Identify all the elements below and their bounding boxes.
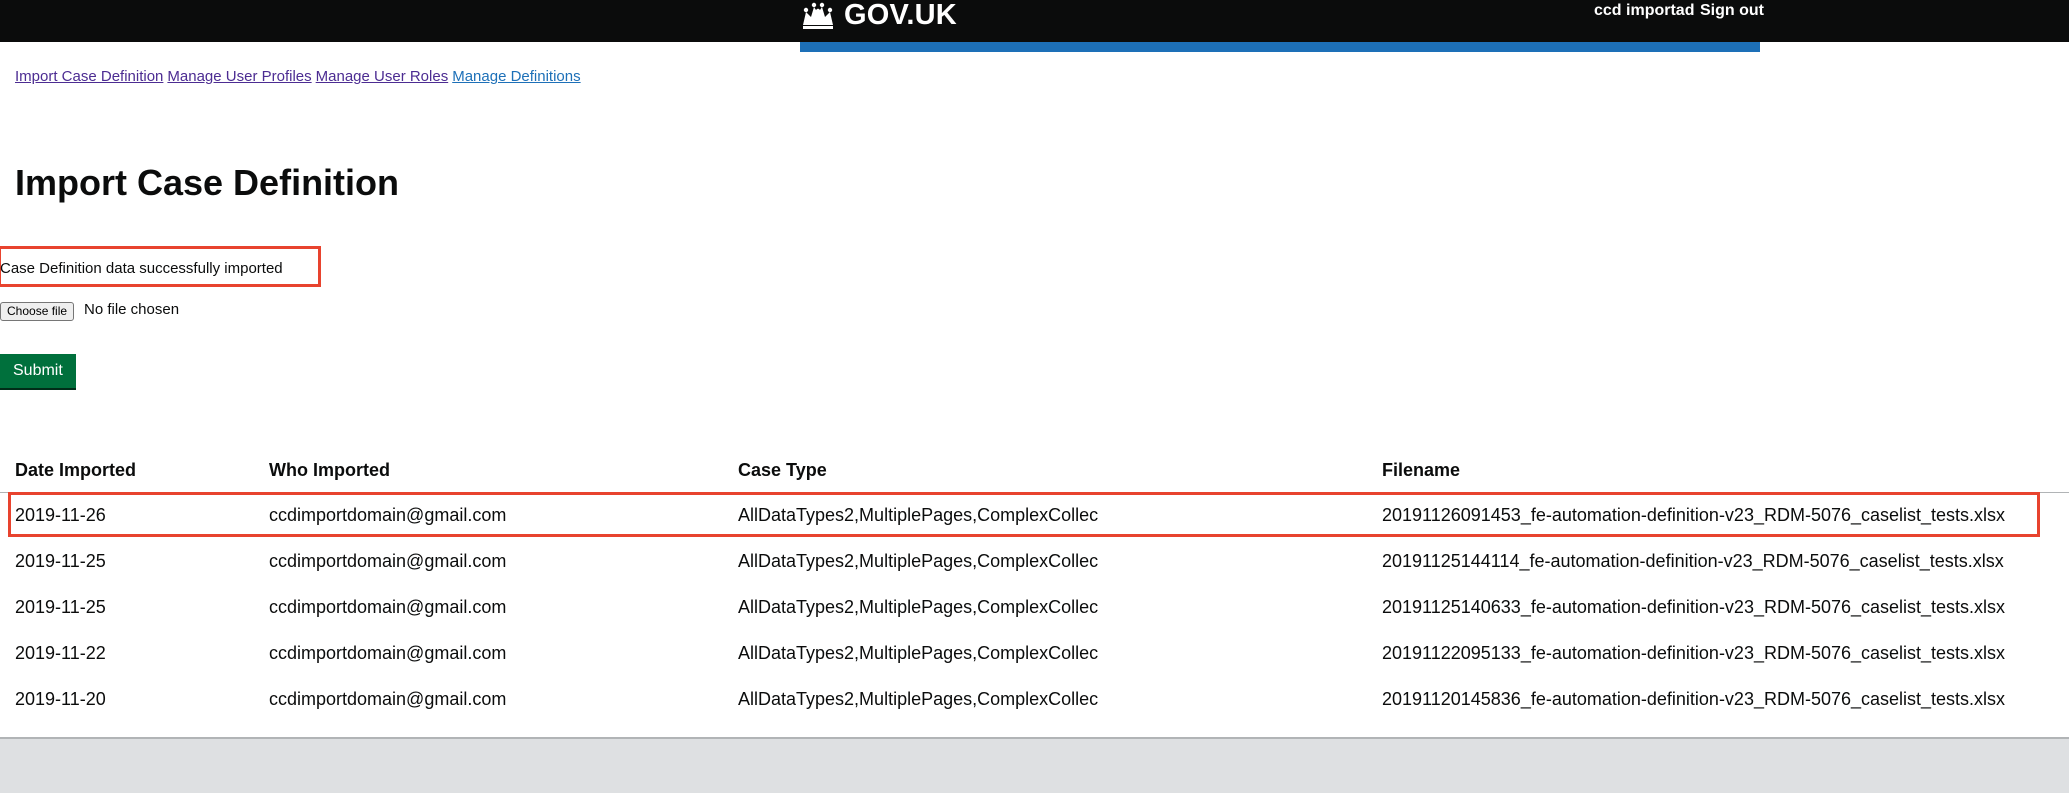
nav-import-case-definition[interactable]: Import Case Definition (15, 68, 163, 85)
footer (0, 739, 2069, 793)
cell-date: 2019-11-22 (15, 643, 106, 663)
brand-text: GOV.UK (844, 0, 957, 31)
cell-filename: 20191122095133_fe-automation-definition-… (1382, 643, 2006, 663)
success-message: Case Definition data successfully import… (0, 260, 283, 277)
header-bar: GOV.UK ccd importad Sign out (0, 0, 2069, 42)
sign-out-link[interactable]: Sign out (1700, 2, 1764, 20)
nav-manage-definitions[interactable]: Manage Definitions (452, 68, 580, 85)
cell-filename: 20191126091453_fe-automation-definition-… (1382, 505, 2006, 525)
cell-date: 2019-11-26 (15, 505, 106, 525)
cell-who: ccdimportdomain@gmail.com (269, 505, 507, 525)
nav-manage-user-roles[interactable]: Manage User Roles (316, 68, 449, 85)
column-header-who: Who Imported (269, 460, 390, 480)
cell-who: ccdimportdomain@gmail.com (269, 689, 507, 709)
cell-date: 2019-11-25 (15, 551, 106, 571)
column-header-date: Date Imported (15, 460, 137, 480)
page-title: Import Case Definition (15, 162, 400, 203)
cell-date: 2019-11-25 (15, 597, 106, 617)
table-row: 2019-11-20 ccdimportdomain@gmail.com All… (0, 677, 2069, 723)
nav-manage-user-profiles[interactable]: Manage User Profiles (167, 68, 311, 85)
cell-case-type: AllDataTypes2,MultiplePages,ComplexColle… (738, 597, 1099, 617)
cell-case-type: AllDataTypes2,MultiplePages,ComplexColle… (738, 551, 1099, 571)
cell-date: 2019-11-20 (15, 689, 106, 709)
govuk-logo[interactable]: GOV.UK (800, 0, 957, 31)
submit-button[interactable]: Submit (0, 354, 76, 388)
table-row: 2019-11-22 ccdimportdomain@gmail.com All… (0, 631, 2069, 677)
cell-who: ccdimportdomain@gmail.com (269, 643, 507, 663)
header-blue-strip (800, 42, 1760, 52)
cell-case-type: AllDataTypes2,MultiplePages,ComplexColle… (738, 505, 1099, 525)
column-header-filename: Filename (1382, 460, 1461, 480)
column-header-case-type: Case Type (738, 460, 827, 480)
cell-filename: 20191125144114_fe-automation-definition-… (1382, 551, 2004, 571)
cell-filename: 20191125140633_fe-automation-definition-… (1382, 597, 2006, 617)
cell-case-type: AllDataTypes2,MultiplePages,ComplexColle… (738, 689, 1099, 709)
crown-icon (803, 2, 833, 29)
user-name: ccd importad (1594, 2, 1695, 19)
cell-who: ccdimportdomain@gmail.com (269, 551, 507, 571)
file-status: No file chosen (84, 301, 180, 318)
table-row: 2019-11-26 ccdimportdomain@gmail.com All… (0, 493, 2069, 539)
cell-filename: 20191120145836_fe-automation-definition-… (1382, 689, 2006, 709)
cell-who: ccdimportdomain@gmail.com (269, 597, 507, 617)
cell-case-type: AllDataTypes2,MultiplePages,ComplexColle… (738, 643, 1099, 663)
choose-file-button[interactable]: Choose file (0, 302, 75, 321)
table-row: 2019-11-25 ccdimportdomain@gmail.com All… (0, 539, 2069, 585)
table-row: 2019-11-25 ccdimportdomain@gmail.com All… (0, 585, 2069, 631)
admin-nav: Import Case Definition Manage User Profi… (15, 68, 581, 85)
